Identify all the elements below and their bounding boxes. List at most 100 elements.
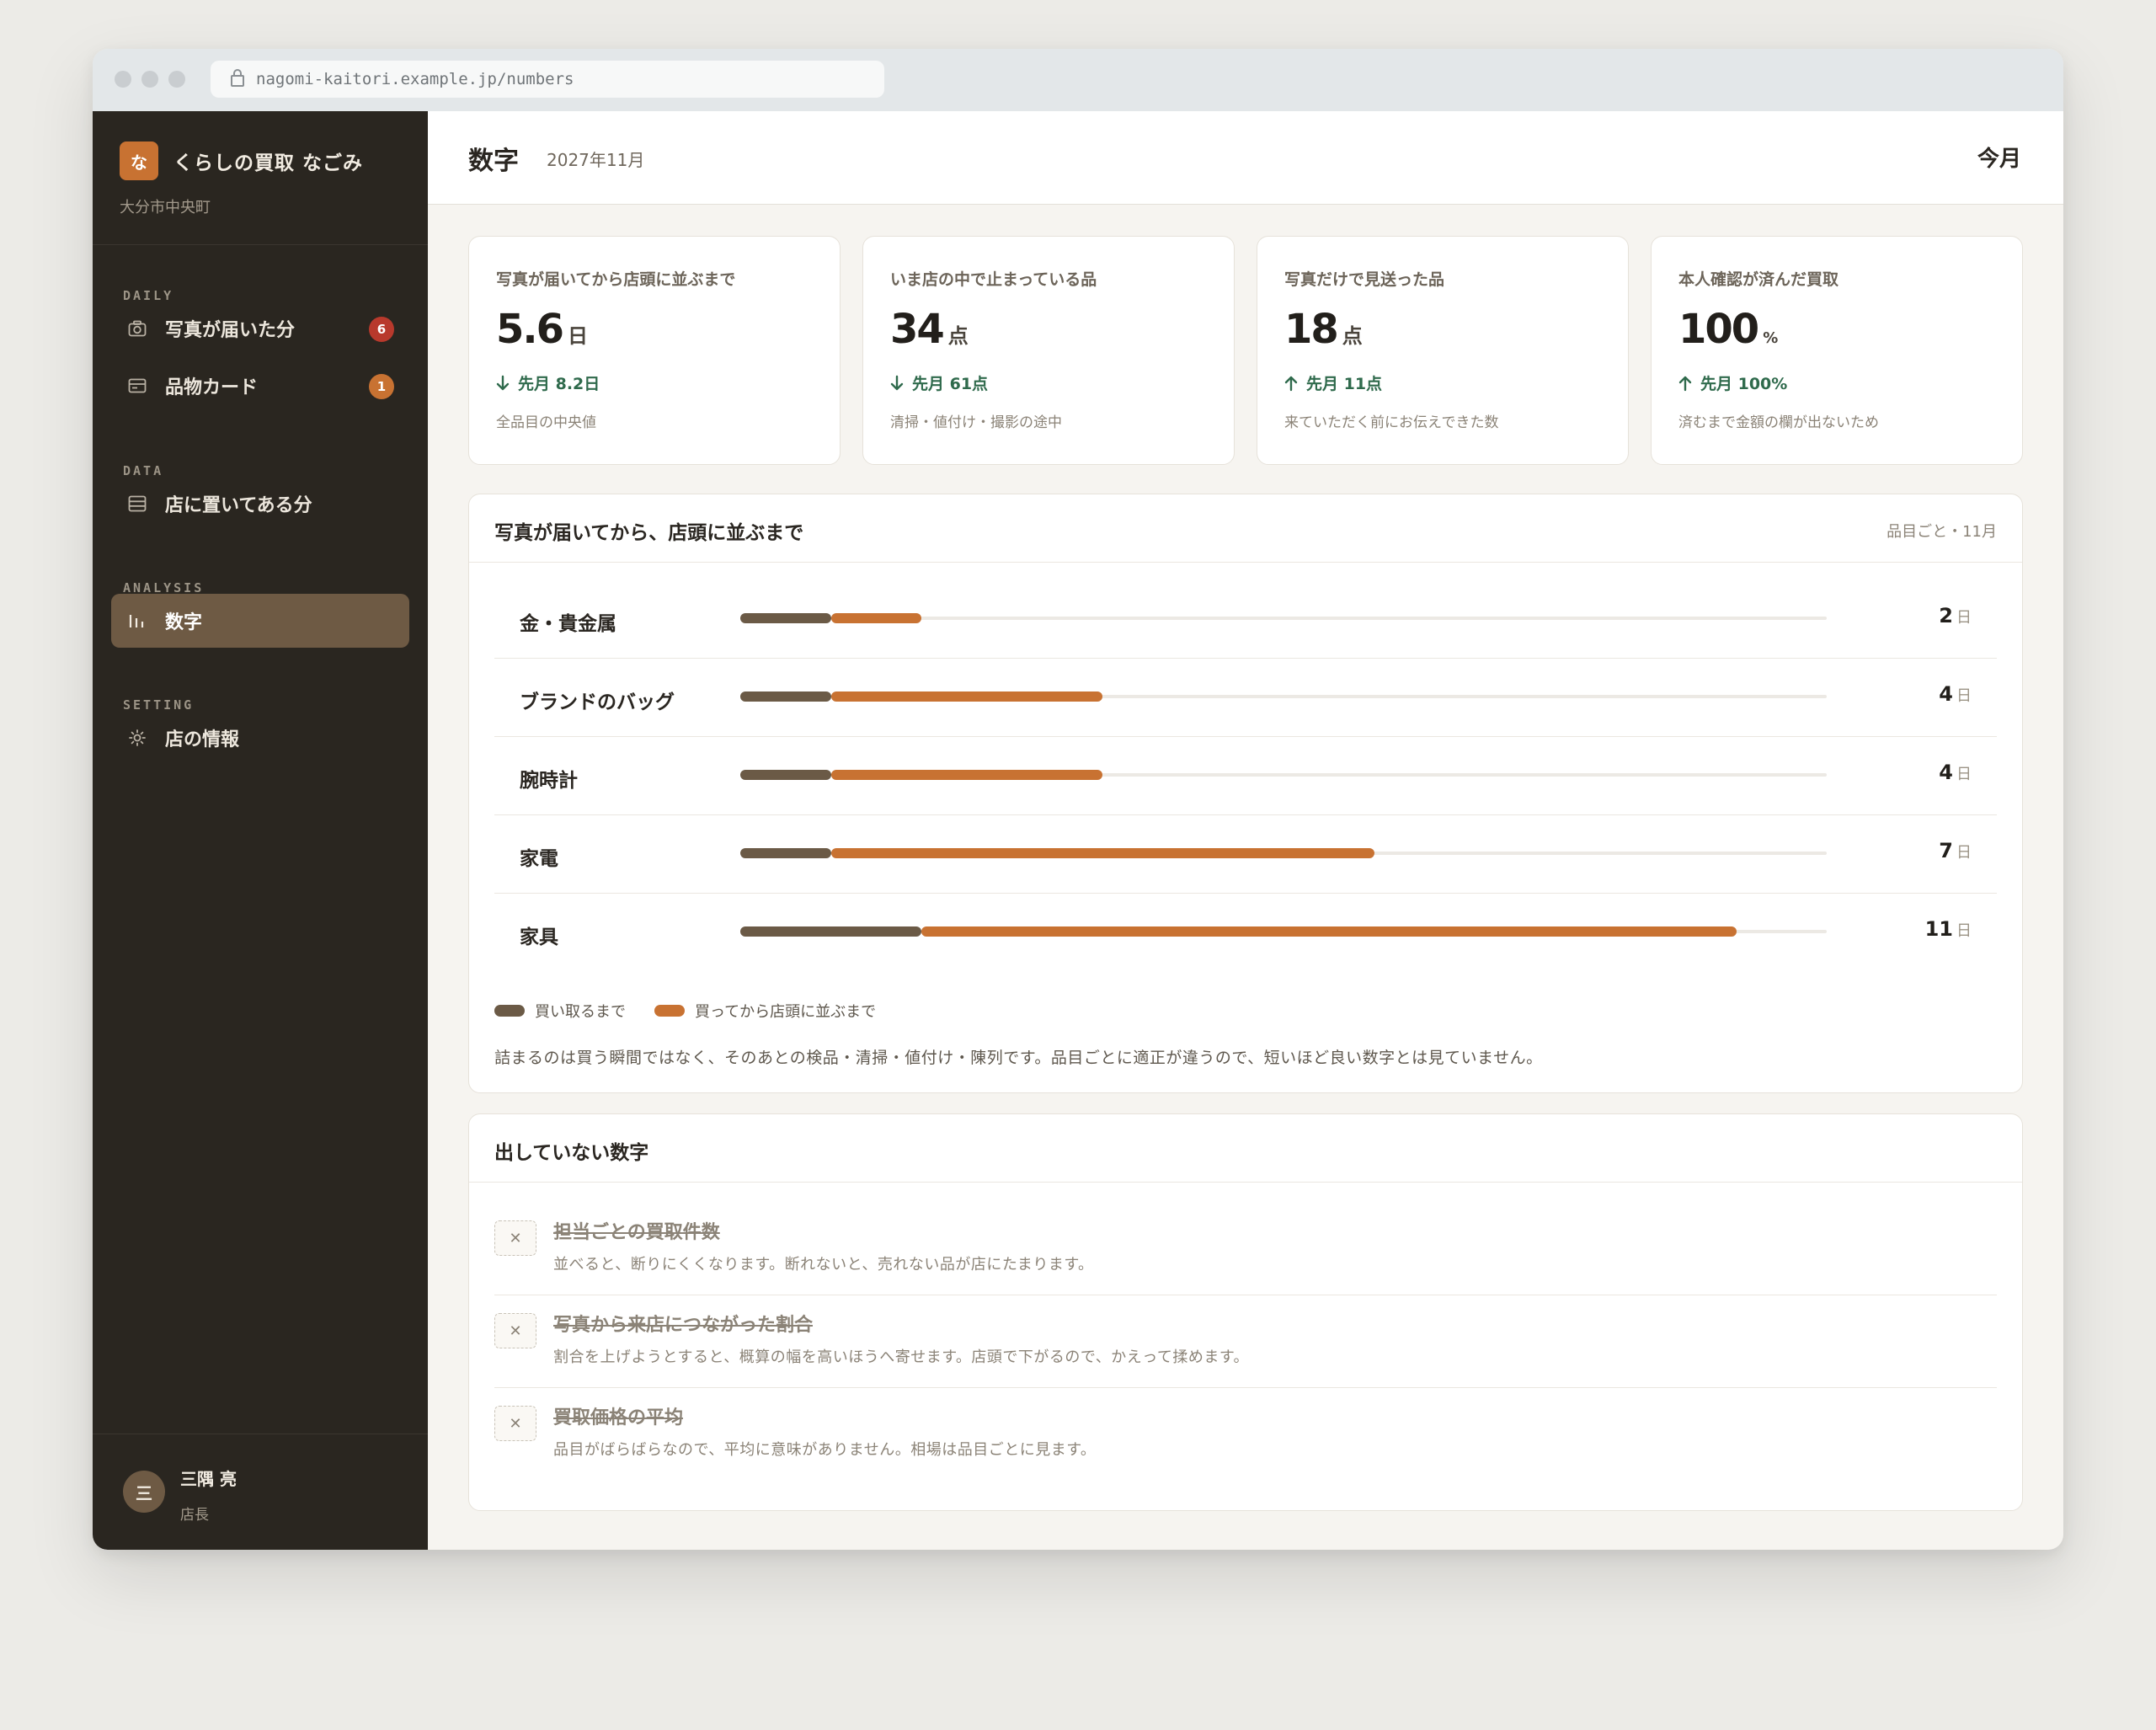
sidebar-item-label: 写真が届いた分 bbox=[165, 320, 296, 341]
row-label: 家具 bbox=[520, 926, 558, 948]
legend-label: 買い取るまで bbox=[535, 1003, 626, 1021]
sidebar-item-label: 品物カード bbox=[165, 377, 259, 398]
kpi-number: 18 bbox=[1284, 306, 1339, 353]
row-value: 4日 bbox=[1939, 761, 1972, 784]
kpi-delta-text: 先月 11点 bbox=[1306, 375, 1383, 393]
kpi-delta: 先月 61点 bbox=[890, 371, 988, 394]
camera-icon bbox=[128, 320, 147, 337]
kpi-card-id-verified: 本人確認が済んだ買取 100 % 先月 100% 済むまで金額の欄が出ないため bbox=[1651, 236, 2023, 465]
kpi-card-stalled-items: いま店の中で止まっている品 34 点 先月 61点 清掃・値付け・撮影の途中 bbox=[862, 236, 1235, 465]
panel-title: 写真が届いてから、店頭に並ぶまで bbox=[494, 522, 804, 544]
sidebar-item-label: 店に置いてある分 bbox=[165, 495, 312, 516]
page-title: 数字 bbox=[468, 147, 519, 176]
kpi-delta: 先月 8.2日 bbox=[496, 371, 600, 394]
row-value-unit: 日 bbox=[1956, 844, 1972, 862]
legend-swatch bbox=[654, 1005, 685, 1017]
user-name: 三隅 亮 bbox=[180, 1469, 237, 1489]
row-value-unit: 日 bbox=[1956, 609, 1972, 627]
sidebar-item-numbers[interactable]: 数字 bbox=[111, 594, 409, 648]
url-text: nagomi-kaitori.example.jp/numbers bbox=[256, 70, 574, 88]
kpi-delta-text: 先月 100% bbox=[1700, 375, 1788, 393]
row-value-number: 4 bbox=[1939, 761, 1953, 784]
sidebar-item-item-cards[interactable]: 品物カード 1 bbox=[111, 359, 409, 413]
row-value-number: 7 bbox=[1939, 839, 1953, 862]
sidebar-item-label: 数字 bbox=[165, 612, 203, 633]
kpi-number: 34 bbox=[890, 306, 945, 353]
kpi-unit: 点 bbox=[1342, 324, 1363, 348]
card-icon bbox=[128, 378, 147, 393]
lead-time-panel: 写真が届いてから、店頭に並ぶまで 品目ごと・11月 金・貴金属 2 日ブランドのバッ… bbox=[468, 494, 2023, 1093]
hidden-metric-item: ✕ 買取価格の平均 品目がばらばらなので、平均に意味がありません。相場は品目ごと… bbox=[494, 1387, 1997, 1480]
arrow-down-icon bbox=[496, 375, 510, 390]
kpi-unit: 点 bbox=[947, 324, 969, 348]
kpi-card-declined-by-photo: 写真だけで見送った品 18 点 先月 11点 来ていただく前にお伝えできた数 bbox=[1257, 236, 1629, 465]
period-selector[interactable]: 今月 bbox=[1977, 141, 2021, 173]
panel-meta: 品目ごと・11月 bbox=[1886, 523, 1997, 541]
row-value: 7日 bbox=[1939, 839, 1972, 862]
panel-header: 出していない数字 bbox=[469, 1114, 2022, 1183]
hidden-metric-desc: 品目がばらばらなので、平均に意味がありません。相場は品目ごとに見ます。 bbox=[553, 1441, 1097, 1459]
panel-header: 写真が届いてから、店頭に並ぶまで 品目ごと・11月 bbox=[469, 494, 2022, 563]
close-icon: ✕ bbox=[494, 1313, 536, 1348]
bar-segment-buy bbox=[740, 848, 831, 858]
hidden-metric-desc: 並べると、断りにくくなります。断れないと、売れない品が店にたまります。 bbox=[553, 1256, 1094, 1273]
hidden-metric-title: 担当ごとの買取件数 bbox=[553, 1222, 720, 1243]
kpi-delta: 先月 11点 bbox=[1284, 371, 1382, 394]
sidebar-item-in-store[interactable]: 店に置いてある分 bbox=[111, 477, 409, 531]
bar-segment-shelf bbox=[830, 691, 1102, 702]
gear-icon bbox=[129, 729, 146, 746]
legend-swatch bbox=[494, 1005, 525, 1017]
close-icon: ✕ bbox=[494, 1406, 536, 1441]
chart-legend: 買い取るまで 買ってから店頭に並ぶまで bbox=[494, 1000, 905, 1022]
lock-icon bbox=[231, 69, 244, 87]
legend-label: 買ってから店頭に並ぶまで bbox=[695, 1003, 877, 1021]
window-maximize-dot[interactable] bbox=[168, 71, 185, 88]
item-cards-count-badge: 1 bbox=[369, 374, 394, 399]
row-value-number: 4 bbox=[1939, 682, 1953, 706]
kpi-label: 写真だけで見送った品 bbox=[1284, 270, 1445, 289]
row-value-unit: 日 bbox=[1956, 687, 1972, 705]
hidden-metric-title: 写真から来店につながった割合 bbox=[553, 1315, 814, 1336]
window-close-dot[interactable] bbox=[115, 71, 131, 88]
bar-segment-shelf bbox=[830, 613, 921, 623]
sidebar-item-store-info[interactable]: 店の情報 bbox=[111, 711, 409, 765]
row-label: 腕時計 bbox=[520, 770, 578, 792]
brand-logo: な bbox=[120, 141, 158, 180]
kpi-label: 写真が届いてから店頭に並ぶまで bbox=[496, 270, 736, 289]
sidebar-divider bbox=[93, 244, 428, 245]
lead-time-row: 家電 7 日 bbox=[494, 815, 1997, 894]
lead-time-row: 家具 11 日 bbox=[494, 894, 1997, 971]
photos-count-badge: 6 bbox=[369, 317, 394, 342]
hidden-metric-item: ✕ 写真から来店につながった割合 割合を上げようとすると、概算の幅を高いほうへ寄… bbox=[494, 1295, 1997, 1388]
hidden-metric-item: ✕ 担当ごとの買取件数 並べると、断りにくくなります。断れないと、売れない品が店… bbox=[494, 1202, 1997, 1295]
bar-segment-shelf bbox=[830, 848, 1374, 858]
brand-name: くらしの買取 なごみ bbox=[173, 152, 364, 174]
bar-segment-buy bbox=[740, 926, 921, 937]
kpi-unit: 日 bbox=[568, 324, 589, 348]
window-minimize-dot[interactable] bbox=[141, 71, 158, 88]
kpi-card-lead-time: 写真が届いてから店頭に並ぶまで 5.6 日 先月 8.2日 全品目の中央値 bbox=[468, 236, 841, 465]
sidebar-item-photos[interactable]: 写真が届いた分 6 bbox=[111, 302, 409, 355]
hidden-metric-title: 買取価格の平均 bbox=[553, 1407, 684, 1428]
kpi-delta: 先月 100% bbox=[1678, 371, 1787, 394]
legend-item-buy: 買い取るまで bbox=[494, 1000, 626, 1022]
close-icon: ✕ bbox=[494, 1220, 536, 1256]
hidden-metrics-panel: 出していない数字 ✕ 担当ごとの買取件数 並べると、断りにくくなります。断れない… bbox=[468, 1113, 2023, 1511]
kpi-value: 100 % bbox=[1678, 306, 1778, 353]
panel-title: 出していない数字 bbox=[494, 1142, 649, 1164]
chart-note: 詰まるのは買う瞬間ではなく、そのあとの検品・清掃・値付け・陳列です。品目ごとに適… bbox=[494, 1049, 1543, 1067]
lead-time-row: ブランドのバッグ 4 日 bbox=[494, 659, 1997, 737]
avatar[interactable]: 三 bbox=[123, 1471, 165, 1513]
row-value-unit: 日 bbox=[1956, 766, 1972, 783]
row-value: 4日 bbox=[1939, 682, 1972, 706]
legend-item-shelf: 買ってから店頭に並ぶまで bbox=[654, 1000, 876, 1022]
lead-time-row: 腕時計 4 日 bbox=[494, 737, 1997, 815]
address-bar[interactable]: nagomi-kaitori.example.jp/numbers bbox=[211, 61, 884, 98]
page-subtitle: 2027年11月 bbox=[547, 150, 645, 170]
store-location: 大分市中央町 bbox=[120, 199, 211, 216]
row-value: 2日 bbox=[1939, 604, 1972, 627]
browser-titlebar: nagomi-kaitori.example.jp/numbers bbox=[93, 49, 2063, 112]
kpi-label: いま店の中で止まっている品 bbox=[890, 270, 1097, 289]
brand[interactable]: な くらしの買取 なごみ bbox=[120, 141, 363, 180]
kpi-value: 5.6 日 bbox=[496, 306, 588, 353]
